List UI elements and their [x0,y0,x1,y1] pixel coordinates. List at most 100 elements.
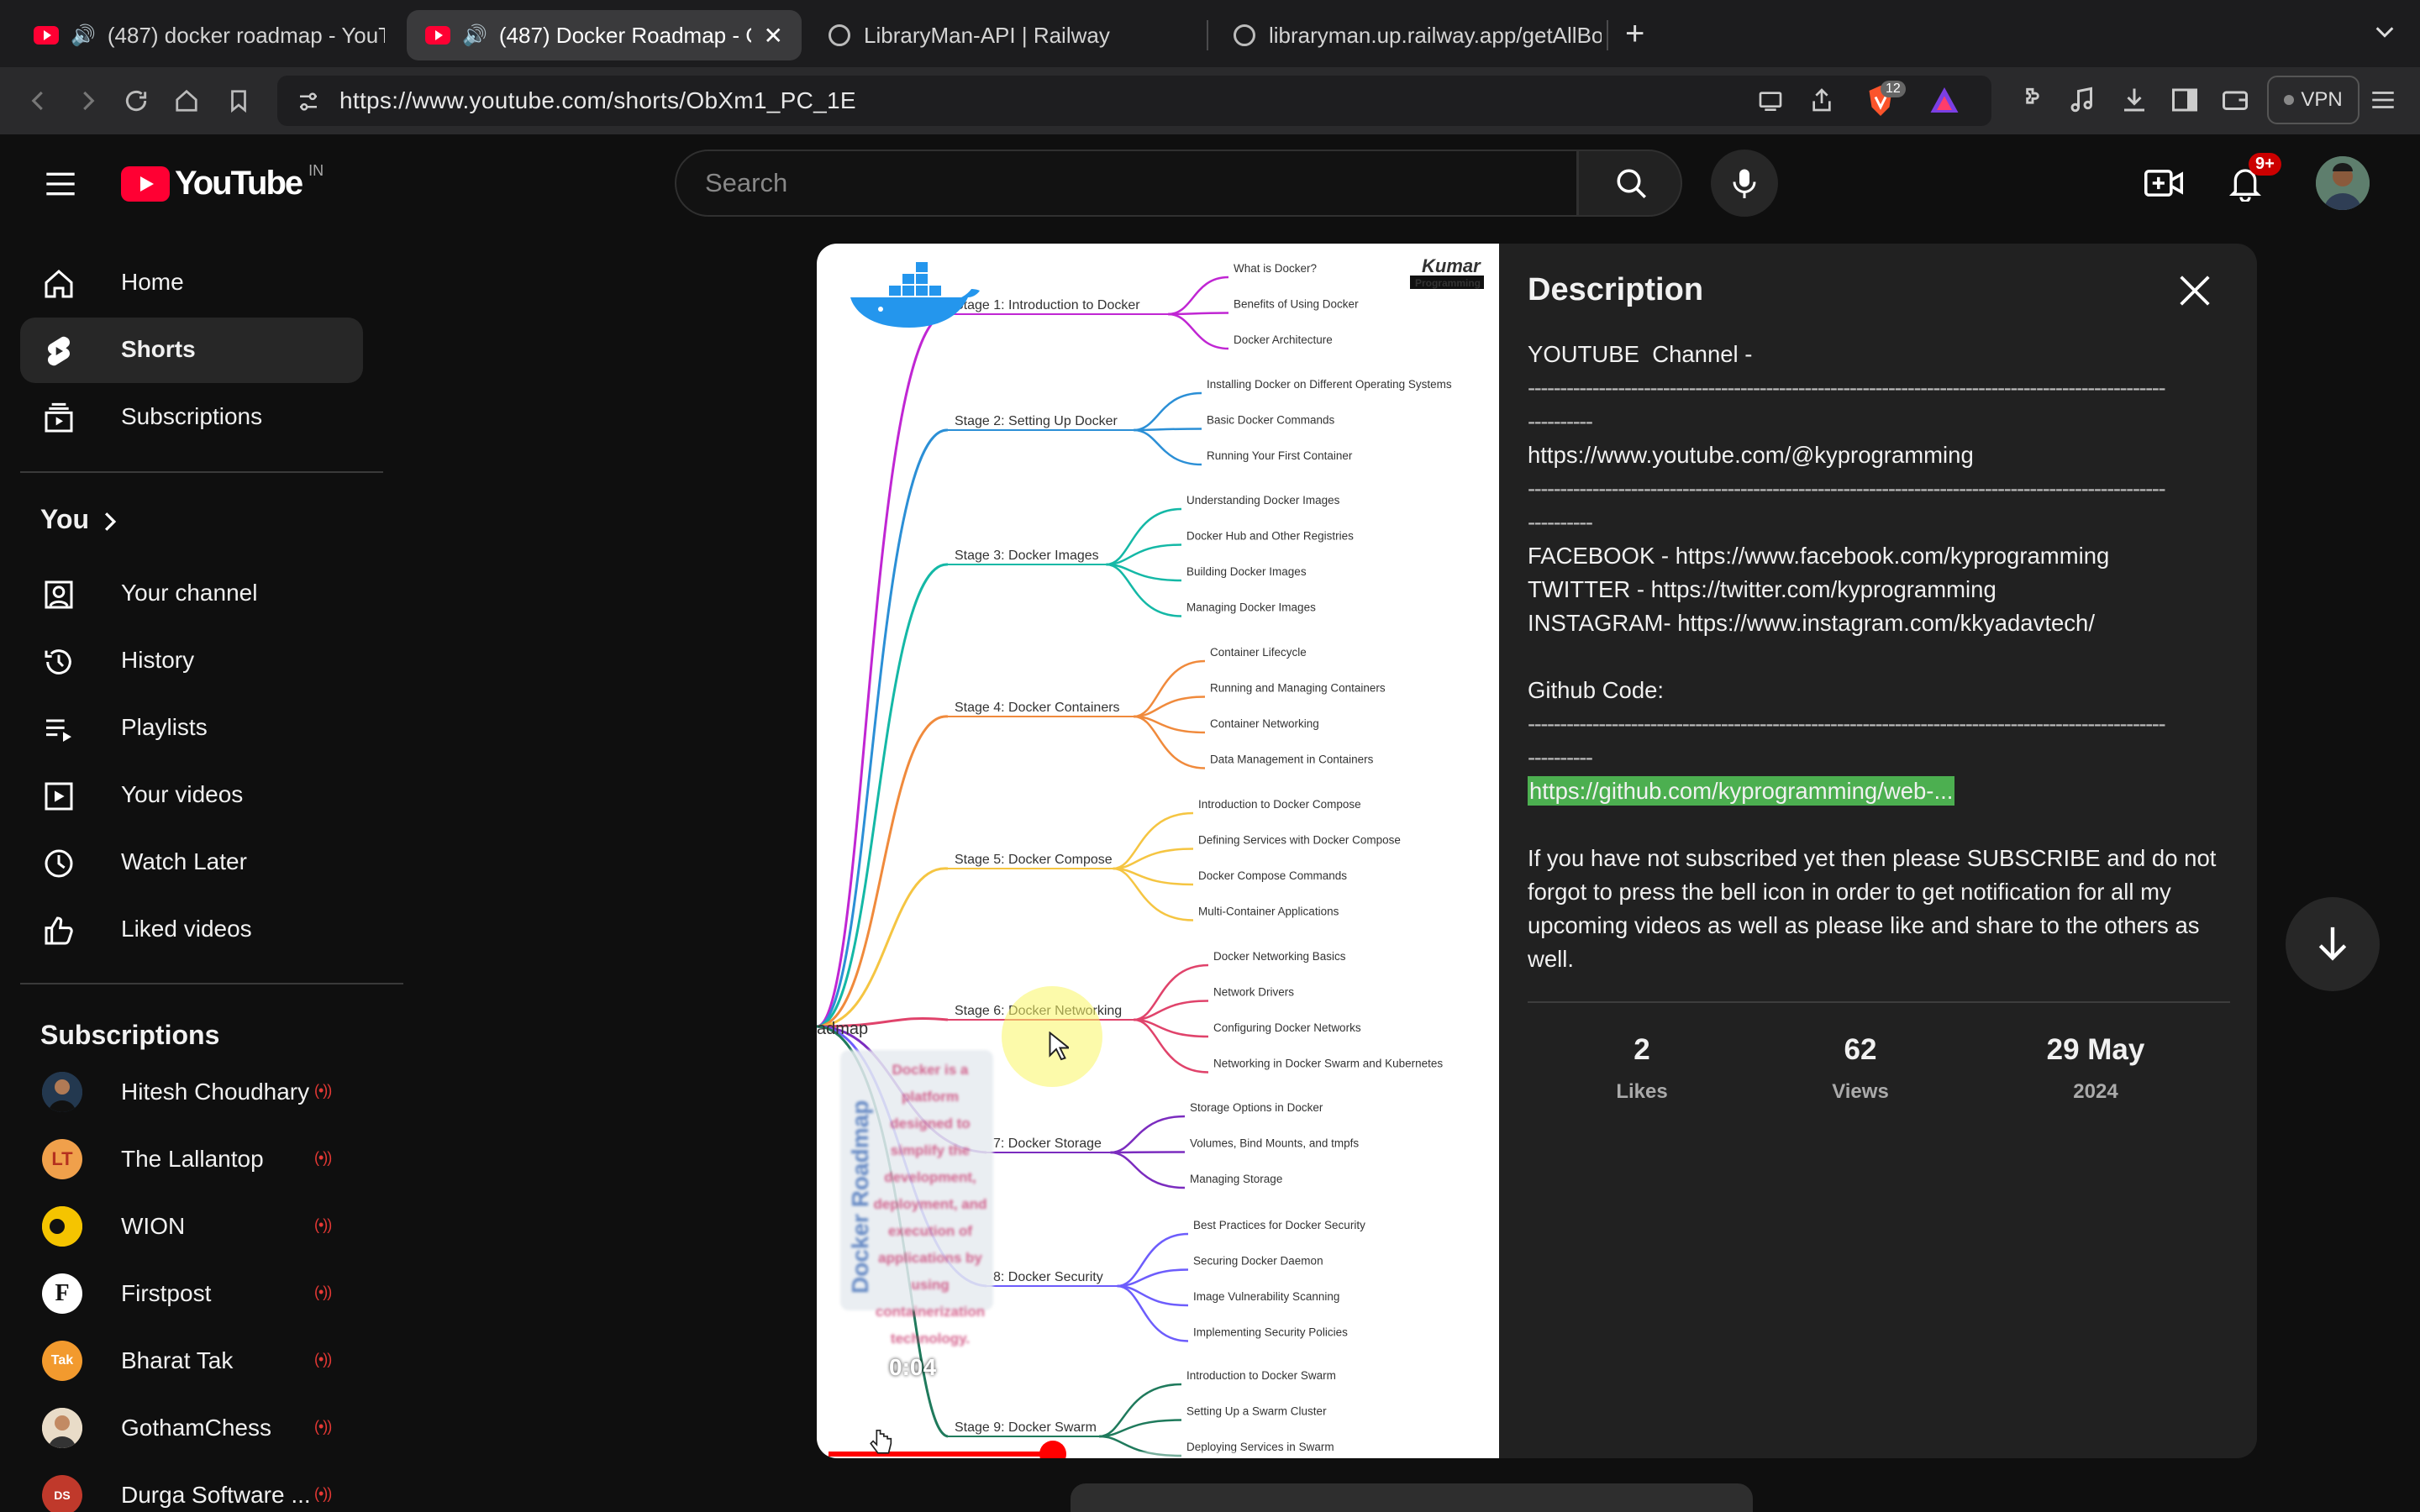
media-icon[interactable] [2067,84,2097,120]
tab-list-chevron-icon[interactable] [2373,20,2396,48]
sidebar-item-watch-later[interactable]: Watch Later [20,830,363,895]
forward-icon[interactable] [69,82,106,119]
channel-name: Hitesh Choudhary [121,1079,310,1105]
tab-separator [1207,20,1208,50]
channel-name: WION [121,1213,186,1239]
avatar[interactable] [2316,156,2370,210]
sidebar-item-home[interactable]: Home [20,250,363,316]
search-input[interactable] [705,168,1461,198]
voice-search-button[interactable] [1711,150,1778,217]
shorts-overlay-card[interactable]: Docker Roadmap Docker is a platform desi… [840,1050,993,1347]
sidebar-item-label: Playlists [121,714,208,740]
sidebar-item-label: Subscriptions [121,403,263,429]
progress-fill [829,1452,1053,1457]
mindmap-stage-label: Stage 4: Docker Containers [955,701,1120,715]
wallet-icon[interactable] [2220,84,2250,120]
new-tab-icon[interactable]: + [1625,15,1644,53]
sidebar-item-label: Home [121,269,184,295]
twitter-link[interactable]: TWITTER - https://twitter.com/kyprogramm… [1528,573,2230,606]
next-video-button[interactable] [2286,897,2380,991]
create-video-icon[interactable] [2144,166,2183,204]
channel-url-link[interactable]: https://www.youtube.com/@kyprogramming [1528,438,2230,472]
search-button[interactable] [1577,150,1682,217]
mindmap-item-branch [1134,428,1202,466]
sidebar-item-history[interactable]: History [20,628,363,694]
sidebar-item-subscriptions[interactable]: Subscriptions [20,385,363,450]
sidebar-item-shorts[interactable]: Shorts [20,318,363,383]
bookmark-icon[interactable] [220,82,257,119]
sidebar-item-liked-videos[interactable]: Liked videos [20,897,363,963]
brave-shields-icon[interactable]: 12 [1865,81,1906,118]
date-value: 29 May [2046,1033,2145,1066]
live-indicator-icon: (•)) [314,1485,332,1502]
likes-label: Likes [1616,1080,1668,1103]
menu-icon[interactable] [2368,86,2398,118]
facebook-link[interactable]: FACEBOOK - https://www.facebook.com/kypr… [1528,539,2230,573]
dash-separator-tail: ---------- [1528,408,1593,434]
downloads-icon[interactable] [2119,84,2149,120]
youtube-logo[interactable]: YouTube IN [121,162,324,202]
browser-tab[interactable]: libraryman.up.railway.app/getAllBooks [1215,10,1602,60]
home-browser-icon[interactable] [168,82,205,119]
mindmap-item-label: Volumes, Bind Mounts, and tmpfs [1190,1137,1359,1150]
description-title: Description [1528,272,1704,307]
vpn-button[interactable]: VPN [2267,76,2360,124]
mindmap-item-branch [1168,312,1229,316]
back-icon[interactable] [20,82,57,119]
live-indicator-icon: (•)) [314,1216,332,1233]
mindmap-item-label: Running and Managing Containers [1210,682,1386,695]
channel-avatar: DS [42,1475,82,1512]
progress-track[interactable] [829,1441,1487,1458]
sidebar-item-your-videos[interactable]: Your videos [20,763,363,828]
subscription-channel[interactable]: F Firstpost (•)) [20,1262,363,1327]
site-settings-icon[interactable] [296,89,321,118]
brave-rewards-icon[interactable] [1929,86,1960,118]
subscription-channel[interactable]: WION (•)) [20,1194,363,1260]
next-short-preview[interactable] [1071,1483,1753,1512]
close-tab-icon[interactable]: ✕ [764,22,783,50]
notifications-icon[interactable]: 9+ [2228,153,2281,206]
you-section-header[interactable]: You [20,487,363,554]
mindmap-item-label: Managing Storage [1190,1173,1282,1185]
search-box [675,150,1578,217]
brand-top: Kumar [1422,255,1481,276]
sidebar-divider [20,471,383,473]
extensions-icon[interactable] [2017,84,2049,120]
close-description-button[interactable] [2171,267,2218,314]
browser-tab-active[interactable]: 🔊 (487) Docker Roadmap - Codes ✕ [407,10,802,60]
share-icon[interactable] [1808,86,1835,118]
reload-icon[interactable] [118,82,155,119]
search-icon [1617,169,1646,198]
progress-scrubber[interactable] [1039,1441,1066,1458]
channel-heading: YOUTUBE Channel - [1528,341,1753,367]
subscription-channel[interactable]: GothamChess (•)) [20,1396,363,1462]
cast-icon[interactable] [1756,87,1785,118]
subscription-channel[interactable]: LT The Lallantop (•)) [20,1127,363,1193]
arrow-down-icon [2318,927,2347,961]
address-bar[interactable]: https://www.youtube.com/shorts/ObXm1_PC_… [277,76,1991,126]
github-link[interactable]: https://github.com/kyprogramming/web-... [1528,776,1955,806]
browser-tab[interactable]: 🔊 (487) docker roadmap - YouTube [15,10,385,60]
subscription-channel[interactable]: DS Durga Software ... (•)) [20,1463,363,1512]
hamburger-menu-icon[interactable] [44,170,77,202]
sidebar-item-playlists[interactable]: Playlists [20,696,363,761]
live-indicator-icon: (•)) [314,1149,332,1166]
sidebar-item-your-channel[interactable]: Your channel [20,561,363,627]
instagram-link[interactable]: INSTAGRAM- https://www.instagram.com/kky… [1528,606,2230,640]
channel-avatar [42,1408,82,1448]
speaker-icon[interactable]: 🔊 [462,24,487,48]
shorts-video-player[interactable]: Stage 1: Introduction to Docker What is D… [817,244,1499,1458]
subscriptions-icon [45,402,73,433]
subscription-channel[interactable]: Tak Bharat Tak (•)) [20,1329,363,1394]
url-text[interactable]: https://www.youtube.com/shorts/ObXm1_PC_… [339,87,856,114]
mindmap-stage-label: Stage 2: Setting Up Docker [955,414,1118,428]
mindmap-item-branch [1117,1232,1189,1288]
mindmap-item-branch [1113,848,1194,870]
browser-tab[interactable]: LibraryMan-API | Railway [810,10,1205,60]
mindmap-stage-label: Stage 9: Docker Swarm [955,1420,1097,1435]
mindmap-item-label: Implementing Security Policies [1193,1326,1348,1339]
mindmap-stage-label: Stage 1: Introduction to Docker [955,298,1140,312]
speaker-icon[interactable]: 🔊 [71,24,96,48]
subscription-channel[interactable]: Hitesh Choudhary (•)) [20,1060,363,1126]
sidebar-toggle-icon[interactable] [2170,84,2200,120]
